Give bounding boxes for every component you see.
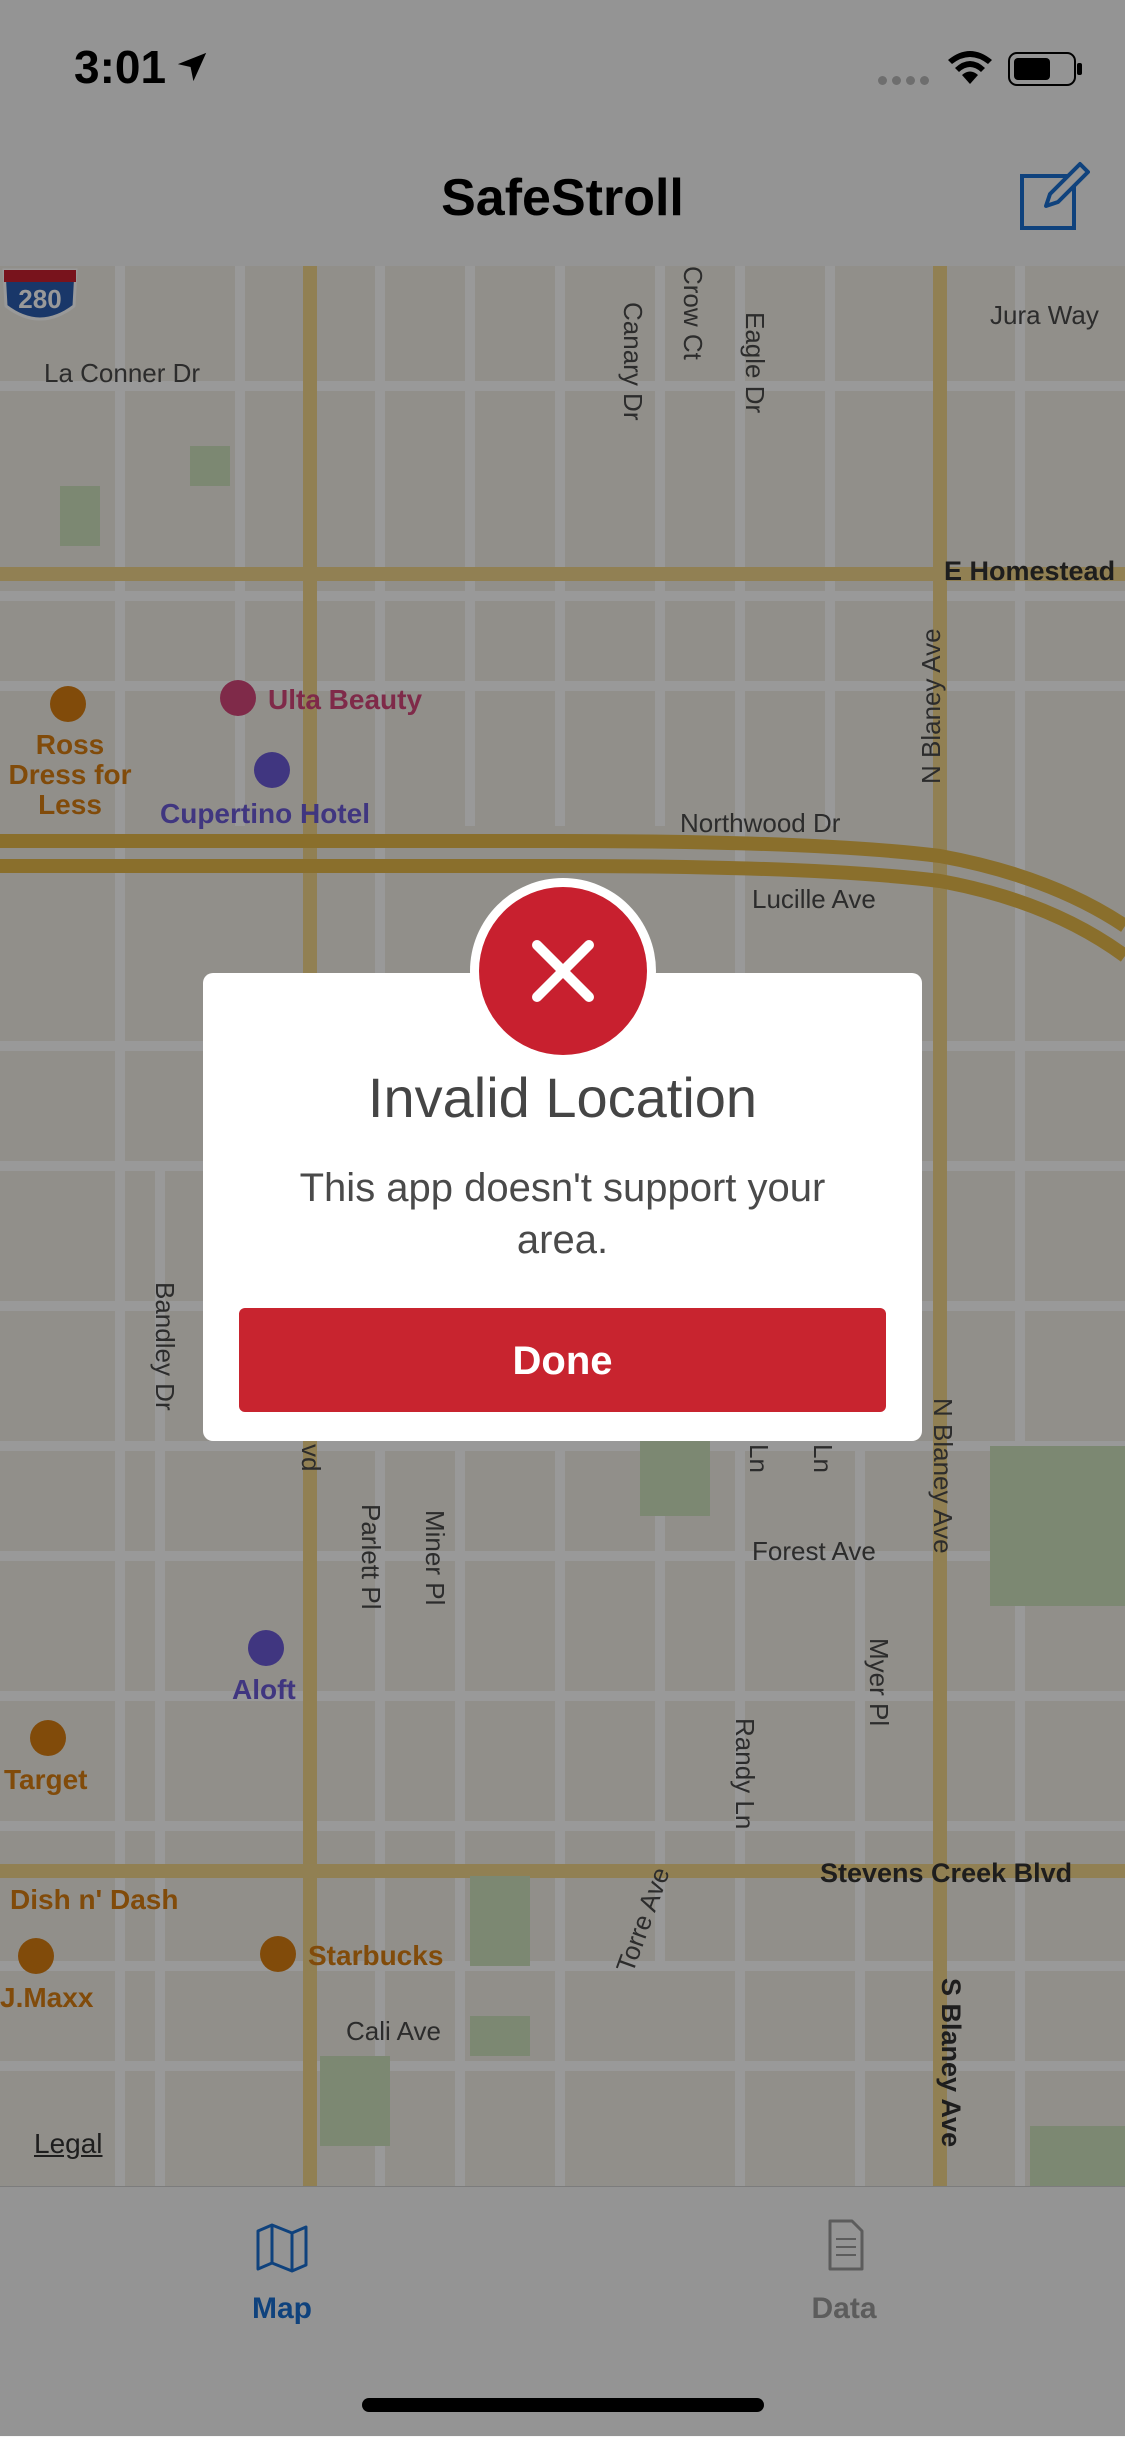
alert-title: Invalid Location	[367, 1066, 758, 1129]
close-icon	[479, 887, 647, 1055]
done-button[interactable]: Done	[239, 1308, 886, 1412]
alert-message: This app doesn't support your area.	[299, 1166, 826, 1262]
